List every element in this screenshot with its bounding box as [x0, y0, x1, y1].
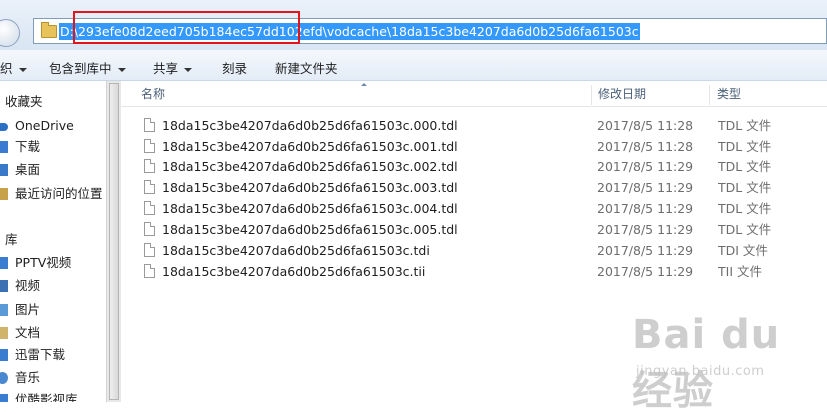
back-button[interactable] [0, 19, 20, 47]
library-icon [0, 394, 8, 402]
file-date: 2017/8/5 11:29 [597, 264, 694, 279]
folder-icon [41, 22, 57, 38]
file-icon [144, 222, 155, 236]
file-type: TDL 文件 [718, 139, 772, 154]
file-date: 2017/8/5 11:28 [597, 118, 694, 133]
file-row[interactable]: 18da15c3be4207da6d0b25d6fa61503c.002.tdl… [141, 157, 821, 177]
command-toolbar: 织 包含到库中 共享 刻录 新建文件夹 [0, 50, 827, 81]
pictures-library-icon [0, 304, 8, 316]
file-date: 2017/8/5 11:29 [597, 243, 694, 258]
scrollbar-thumb[interactable] [109, 83, 119, 400]
file-type: TII 文件 [718, 264, 762, 279]
file-name: 18da15c3be4207da6d0b25d6fa61503c.tdi [162, 243, 430, 258]
file-icon [144, 180, 155, 194]
file-row[interactable]: 18da15c3be4207da6d0b25d6fa61503c.tdi 201… [141, 241, 821, 261]
column-type[interactable]: 类型 [717, 81, 741, 107]
organize-button[interactable]: 织 [0, 58, 27, 77]
file-row[interactable]: 18da15c3be4207da6d0b25d6fa61503c.000.tdl… [141, 116, 821, 136]
file-type: TDI 文件 [718, 243, 768, 258]
chevron-down-icon [184, 67, 193, 72]
file-row[interactable]: 18da15c3be4207da6d0b25d6fa61503c.003.tdl… [141, 178, 821, 198]
file-date: 2017/8/5 11:29 [597, 201, 694, 216]
recent-places-icon [0, 188, 8, 200]
file-type: TDL 文件 [718, 201, 772, 216]
share-button[interactable]: 共享 [153, 58, 193, 77]
cloud-icon [0, 123, 8, 131]
file-icon [144, 201, 155, 215]
file-date: 2017/8/5 11:29 [597, 222, 694, 237]
file-row[interactable]: 18da15c3be4207da6d0b25d6fa61503c.004.tdl… [141, 199, 821, 219]
video-library-icon [0, 280, 8, 292]
column-divider[interactable] [709, 85, 710, 105]
file-name: 18da15c3be4207da6d0b25d6fa61503c.001.tdl [162, 139, 458, 154]
file-icon [144, 139, 155, 153]
file-type: TDL 文件 [718, 118, 772, 133]
documents-library-icon [0, 327, 8, 339]
file-name: 18da15c3be4207da6d0b25d6fa61503c.003.tdl [162, 180, 458, 195]
watermark-url: jingyan.baidu.com [636, 364, 765, 379]
file-name: 18da15c3be4207da6d0b25d6fa61503c.tii [162, 264, 426, 279]
file-row[interactable]: 18da15c3be4207da6d0b25d6fa61503c.tii 201… [141, 262, 821, 282]
file-row[interactable]: 18da15c3be4207da6d0b25d6fa61503c.001.tdl… [141, 137, 821, 157]
library-icon [0, 257, 8, 269]
column-name[interactable]: 名称 [141, 81, 165, 107]
file-date: 2017/8/5 11:28 [597, 139, 694, 154]
music-library-icon [0, 372, 8, 384]
file-icon [144, 243, 155, 257]
new-folder-button[interactable]: 新建文件夹 [275, 58, 338, 77]
file-type: TDL 文件 [718, 180, 772, 195]
file-date: 2017/8/5 11:29 [597, 159, 694, 174]
include-in-library-button[interactable]: 包含到库中 [49, 58, 126, 77]
chevron-down-icon [18, 67, 27, 72]
burn-button[interactable]: 刻录 [222, 58, 247, 77]
file-icon [144, 159, 155, 173]
file-name: 18da15c3be4207da6d0b25d6fa61503c.002.tdl [162, 159, 458, 174]
baidu-jingyan-watermark: Bai du 经验 jingyan.baidu.com [632, 312, 822, 414]
file-type: TDL 文件 [718, 159, 772, 174]
column-header: 名称 修改日期 类型 [121, 81, 827, 107]
column-date-modified[interactable]: 修改日期 [598, 81, 646, 107]
navigation-pane: 收藏夹 OneDrive 下载 桌面 最近访问的位置 库 PPTV视频 视频 图… [0, 81, 106, 402]
download-folder-icon [0, 141, 8, 153]
file-name: 18da15c3be4207da6d0b25d6fa61503c.004.tdl [162, 201, 458, 216]
file-icon [144, 118, 155, 132]
chevron-down-icon [117, 67, 126, 72]
file-type: TDL 文件 [718, 222, 772, 237]
file-name: 18da15c3be4207da6d0b25d6fa61503c.000.tdl [162, 118, 458, 133]
sort-ascending-icon [361, 83, 367, 86]
library-icon [0, 349, 8, 361]
file-date: 2017/8/5 11:29 [597, 180, 694, 195]
desktop-icon [0, 164, 8, 176]
column-divider[interactable] [591, 85, 592, 105]
file-icon [144, 264, 155, 278]
watermark-logo: Bai du 经验 [632, 312, 781, 414]
file-name: 18da15c3be4207da6d0b25d6fa61503c.005.tdl [162, 222, 458, 237]
file-row[interactable]: 18da15c3be4207da6d0b25d6fa61503c.005.tdl… [141, 220, 821, 240]
highlight-annotation-box [73, 11, 300, 44]
address-bar-area: D:\293efe08d2eed705b184ec57dd102efd\vodc… [0, 0, 827, 50]
navigation-scrollbar[interactable] [106, 81, 121, 402]
